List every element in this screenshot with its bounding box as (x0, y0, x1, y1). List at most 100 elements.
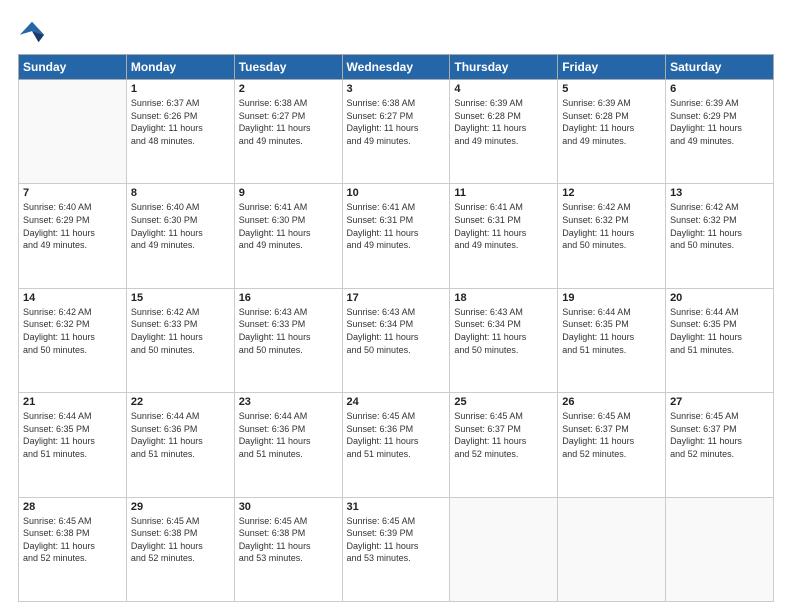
day-header-sunday: Sunday (19, 55, 127, 80)
logo (18, 18, 50, 46)
day-info: Sunrise: 6:43 AM Sunset: 6:34 PM Dayligh… (454, 306, 553, 356)
calendar-cell: 29 Sunrise: 6:45 AM Sunset: 6:38 PM Dayli… (126, 497, 234, 601)
day-info: Sunrise: 6:41 AM Sunset: 6:31 PM Dayligh… (347, 201, 446, 251)
day-number: 17 (347, 292, 446, 304)
day-header-row: SundayMondayTuesdayWednesdayThursdayFrid… (19, 55, 774, 80)
day-number: 29 (131, 501, 230, 513)
day-info: Sunrise: 6:38 AM Sunset: 6:27 PM Dayligh… (239, 97, 338, 147)
day-number: 7 (23, 187, 122, 199)
day-number: 31 (347, 501, 446, 513)
day-info: Sunrise: 6:45 AM Sunset: 6:38 PM Dayligh… (23, 515, 122, 565)
calendar-cell: 10 Sunrise: 6:41 AM Sunset: 6:31 PM Dayli… (342, 184, 450, 288)
day-info: Sunrise: 6:45 AM Sunset: 6:37 PM Dayligh… (562, 410, 661, 460)
day-number: 12 (562, 187, 661, 199)
day-number: 15 (131, 292, 230, 304)
day-number: 16 (239, 292, 338, 304)
day-info: Sunrise: 6:40 AM Sunset: 6:29 PM Dayligh… (23, 201, 122, 251)
day-info: Sunrise: 6:45 AM Sunset: 6:38 PM Dayligh… (239, 515, 338, 565)
day-number: 14 (23, 292, 122, 304)
day-number: 5 (562, 83, 661, 95)
day-info: Sunrise: 6:43 AM Sunset: 6:34 PM Dayligh… (347, 306, 446, 356)
day-number: 18 (454, 292, 553, 304)
day-info: Sunrise: 6:40 AM Sunset: 6:30 PM Dayligh… (131, 201, 230, 251)
day-info: Sunrise: 6:45 AM Sunset: 6:37 PM Dayligh… (454, 410, 553, 460)
calendar-cell: 18 Sunrise: 6:43 AM Sunset: 6:34 PM Dayli… (450, 288, 558, 392)
day-info: Sunrise: 6:44 AM Sunset: 6:35 PM Dayligh… (23, 410, 122, 460)
calendar-cell (19, 80, 127, 184)
day-number: 20 (670, 292, 769, 304)
day-info: Sunrise: 6:44 AM Sunset: 6:36 PM Dayligh… (131, 410, 230, 460)
calendar-cell: 27 Sunrise: 6:45 AM Sunset: 6:37 PM Dayli… (666, 393, 774, 497)
calendar-cell: 28 Sunrise: 6:45 AM Sunset: 6:38 PM Dayli… (19, 497, 127, 601)
calendar-cell: 21 Sunrise: 6:44 AM Sunset: 6:35 PM Dayli… (19, 393, 127, 497)
calendar-cell: 11Sunrise: 6:41 AM Sunset: 6:31 PM Dayli… (450, 184, 558, 288)
calendar-cell: 13 Sunrise: 6:42 AM Sunset: 6:32 PM Dayli… (666, 184, 774, 288)
day-number: 13 (670, 187, 769, 199)
day-info: Sunrise: 6:44 AM Sunset: 6:36 PM Dayligh… (239, 410, 338, 460)
calendar-cell: 19 Sunrise: 6:44 AM Sunset: 6:35 PM Dayli… (558, 288, 666, 392)
calendar-cell: 23 Sunrise: 6:44 AM Sunset: 6:36 PM Dayli… (234, 393, 342, 497)
calendar-cell: 7 Sunrise: 6:40 AM Sunset: 6:29 PM Daylig… (19, 184, 127, 288)
day-number: 28 (23, 501, 122, 513)
day-info: Sunrise: 6:45 AM Sunset: 6:38 PM Dayligh… (131, 515, 230, 565)
calendar-cell: 1Sunrise: 6:37 AM Sunset: 6:26 PM Daylig… (126, 80, 234, 184)
logo-bird-icon (18, 18, 46, 46)
calendar-cell: 15Sunrise: 6:42 AM Sunset: 6:33 PM Dayli… (126, 288, 234, 392)
calendar-cell: 30Sunrise: 6:45 AM Sunset: 6:38 PM Dayli… (234, 497, 342, 601)
day-info: Sunrise: 6:42 AM Sunset: 6:32 PM Dayligh… (23, 306, 122, 356)
calendar-week-4: 21 Sunrise: 6:44 AM Sunset: 6:35 PM Dayli… (19, 393, 774, 497)
day-info: Sunrise: 6:45 AM Sunset: 6:37 PM Dayligh… (670, 410, 769, 460)
calendar-week-1: 1Sunrise: 6:37 AM Sunset: 6:26 PM Daylig… (19, 80, 774, 184)
day-info: Sunrise: 6:42 AM Sunset: 6:32 PM Dayligh… (562, 201, 661, 251)
day-number: 3 (347, 83, 446, 95)
calendar-cell: 24 Sunrise: 6:45 AM Sunset: 6:36 PM Dayli… (342, 393, 450, 497)
day-header-wednesday: Wednesday (342, 55, 450, 80)
calendar-cell: 6 Sunrise: 6:39 AM Sunset: 6:29 PM Daylig… (666, 80, 774, 184)
day-number: 23 (239, 396, 338, 408)
day-info: Sunrise: 6:42 AM Sunset: 6:32 PM Dayligh… (670, 201, 769, 251)
day-info: Sunrise: 6:38 AM Sunset: 6:27 PM Dayligh… (347, 97, 446, 147)
day-number: 25 (454, 396, 553, 408)
day-number: 11 (454, 187, 553, 199)
day-info: Sunrise: 6:39 AM Sunset: 6:28 PM Dayligh… (454, 97, 553, 147)
calendar-cell: 2Sunrise: 6:38 AM Sunset: 6:27 PM Daylig… (234, 80, 342, 184)
day-info: Sunrise: 6:44 AM Sunset: 6:35 PM Dayligh… (562, 306, 661, 356)
day-header-tuesday: Tuesday (234, 55, 342, 80)
day-number: 6 (670, 83, 769, 95)
calendar-cell: 26 Sunrise: 6:45 AM Sunset: 6:37 PM Dayli… (558, 393, 666, 497)
day-number: 9 (239, 187, 338, 199)
calendar-table: SundayMondayTuesdayWednesdayThursdayFrid… (18, 54, 774, 602)
calendar-cell: 14 Sunrise: 6:42 AM Sunset: 6:32 PM Dayli… (19, 288, 127, 392)
calendar-cell: 12 Sunrise: 6:42 AM Sunset: 6:32 PM Dayli… (558, 184, 666, 288)
day-number: 19 (562, 292, 661, 304)
day-number: 10 (347, 187, 446, 199)
day-number: 26 (562, 396, 661, 408)
calendar-cell: 31Sunrise: 6:45 AM Sunset: 6:39 PM Dayli… (342, 497, 450, 601)
calendar-cell: 4 Sunrise: 6:39 AM Sunset: 6:28 PM Daylig… (450, 80, 558, 184)
day-info: Sunrise: 6:41 AM Sunset: 6:30 PM Dayligh… (239, 201, 338, 251)
calendar-cell: 9 Sunrise: 6:41 AM Sunset: 6:30 PM Daylig… (234, 184, 342, 288)
day-info: Sunrise: 6:37 AM Sunset: 6:26 PM Dayligh… (131, 97, 230, 147)
calendar-cell: 17 Sunrise: 6:43 AM Sunset: 6:34 PM Dayli… (342, 288, 450, 392)
day-number: 21 (23, 396, 122, 408)
calendar-cell (450, 497, 558, 601)
calendar-body: 1Sunrise: 6:37 AM Sunset: 6:26 PM Daylig… (19, 80, 774, 602)
header (18, 18, 774, 46)
day-info: Sunrise: 6:39 AM Sunset: 6:28 PM Dayligh… (562, 97, 661, 147)
day-info: Sunrise: 6:45 AM Sunset: 6:36 PM Dayligh… (347, 410, 446, 460)
calendar-cell: 20 Sunrise: 6:44 AM Sunset: 6:35 PM Dayli… (666, 288, 774, 392)
calendar-week-3: 14 Sunrise: 6:42 AM Sunset: 6:32 PM Dayli… (19, 288, 774, 392)
day-number: 4 (454, 83, 553, 95)
day-info: Sunrise: 6:44 AM Sunset: 6:35 PM Dayligh… (670, 306, 769, 356)
day-info: Sunrise: 6:39 AM Sunset: 6:29 PM Dayligh… (670, 97, 769, 147)
day-header-saturday: Saturday (666, 55, 774, 80)
day-number: 8 (131, 187, 230, 199)
calendar-cell: 5 Sunrise: 6:39 AM Sunset: 6:28 PM Daylig… (558, 80, 666, 184)
calendar-week-5: 28 Sunrise: 6:45 AM Sunset: 6:38 PM Dayli… (19, 497, 774, 601)
day-number: 24 (347, 396, 446, 408)
calendar-cell: 22Sunrise: 6:44 AM Sunset: 6:36 PM Dayli… (126, 393, 234, 497)
day-header-thursday: Thursday (450, 55, 558, 80)
day-header-friday: Friday (558, 55, 666, 80)
day-number: 27 (670, 396, 769, 408)
calendar-header: SundayMondayTuesdayWednesdayThursdayFrid… (19, 55, 774, 80)
